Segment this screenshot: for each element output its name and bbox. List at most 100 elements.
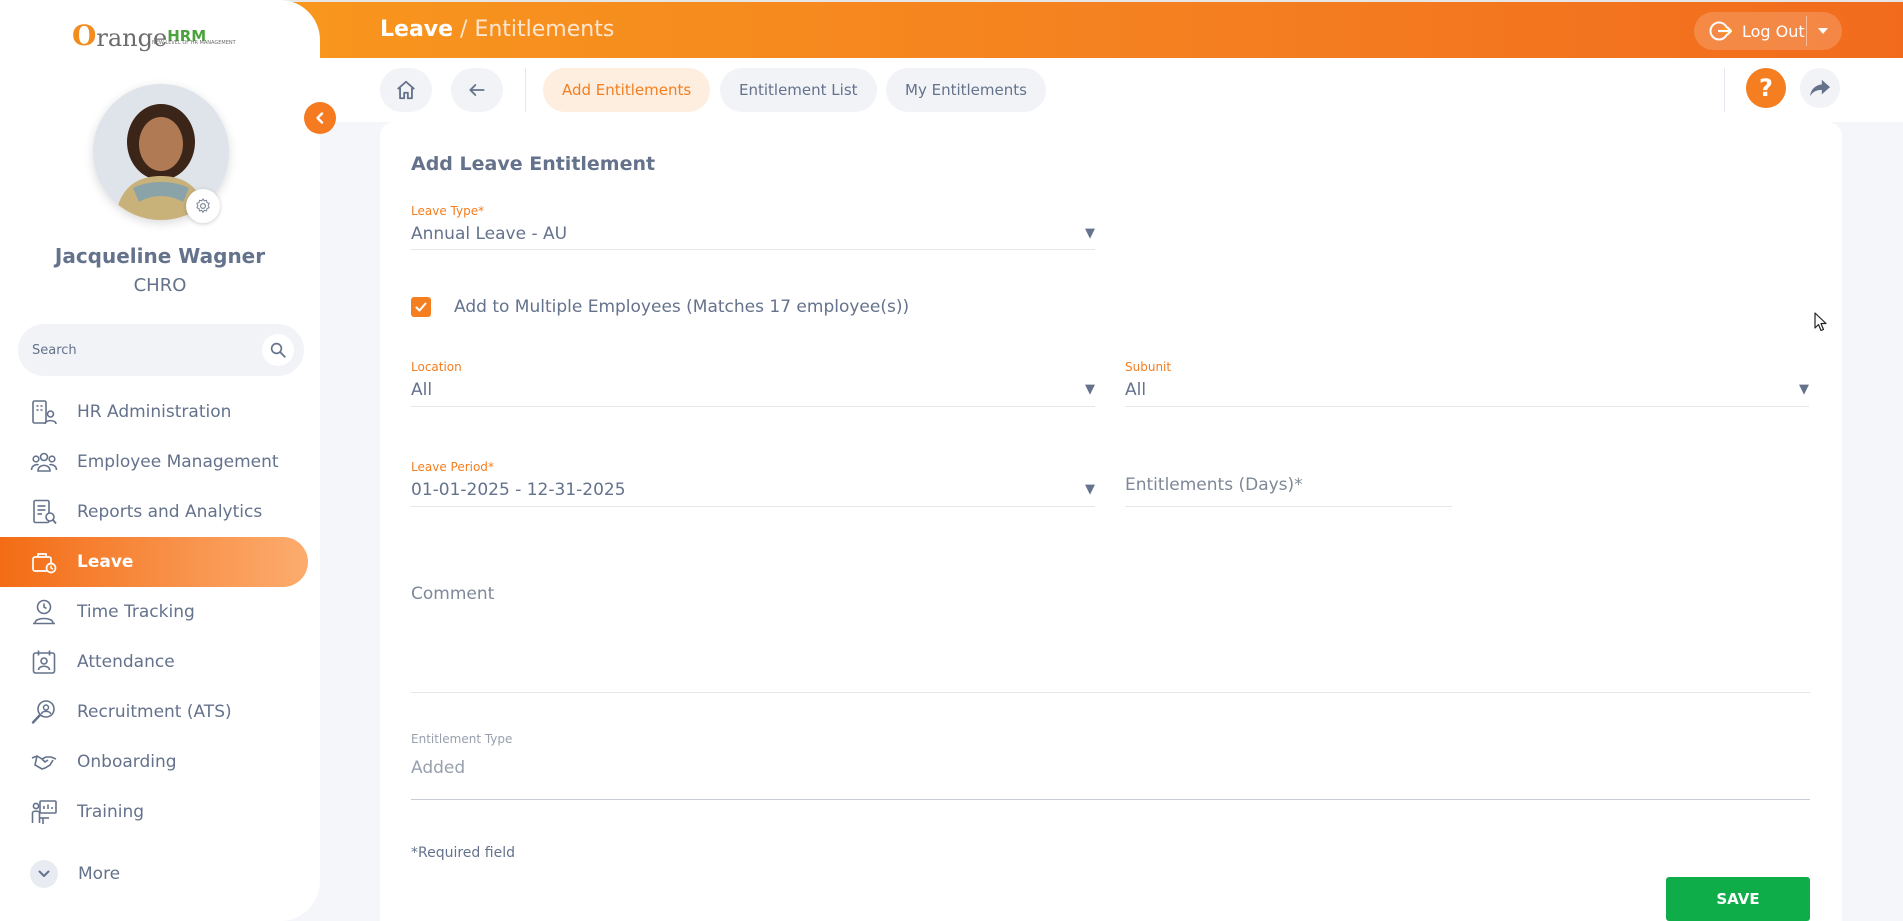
page-title: Add Leave Entitlement [411, 153, 656, 175]
location-select[interactable]: Location All ▼ [411, 356, 1095, 407]
subunit-value: All [1125, 380, 1147, 400]
arrow-left-icon [469, 84, 485, 96]
multiple-employees-checkbox[interactable] [411, 297, 431, 317]
training-icon [30, 798, 58, 826]
chevron-down-icon [30, 860, 58, 888]
sidebar-collapse-button[interactable] [304, 102, 336, 134]
field-underline [1125, 506, 1452, 507]
breadcrumb-module: Leave [380, 17, 454, 42]
tab-label: Add Entitlements [562, 81, 692, 99]
entitlement-type-label: Entitlement Type [411, 732, 513, 746]
sidebar-item-label: Onboarding [77, 752, 177, 772]
sidebar-item-label: Employee Management [77, 452, 279, 472]
recruitment-icon [30, 698, 58, 726]
breadcrumb-page: Entitlements [474, 17, 615, 42]
breadcrumb: Leave / Entitlements [380, 17, 614, 42]
search-button[interactable] [262, 334, 294, 366]
comment-label: Comment [411, 584, 495, 604]
leave-period-label: Leave Period* [411, 460, 494, 474]
toolbar-divider [525, 68, 526, 112]
location-value: All [411, 380, 433, 400]
sidebar-item-label: Time Tracking [77, 602, 195, 622]
leave-period-select[interactable]: Leave Period* 01-01-2025 - 12-31-2025 ▼ [411, 456, 1095, 507]
page-toolbar: Add Entitlements Entitlement List My Ent… [320, 58, 1903, 122]
save-button[interactable]: SAVE [1666, 877, 1810, 921]
sidebar-item-attendance[interactable]: Attendance [0, 637, 320, 687]
breadcrumb-separator: / [453, 17, 475, 42]
sidebar-item-leave[interactable]: Leave [0, 537, 308, 587]
sidebar-item-label: Reports and Analytics [77, 502, 263, 522]
tab-label: My Entitlements [905, 81, 1027, 99]
reports-icon [30, 498, 58, 526]
help-icon: ? [1759, 74, 1773, 102]
orangehrm-logo[interactable]: O range HRM NEW LEVEL OF HR MANAGEMENT [72, 12, 236, 52]
share-icon [1810, 79, 1830, 97]
user-name: Jacqueline Wagner [54, 244, 266, 268]
search-input[interactable] [32, 339, 252, 361]
sidebar-more[interactable]: More [30, 860, 120, 888]
search-icon [270, 342, 286, 358]
logout-icon [1706, 20, 1736, 42]
sidebar-item-time-tracking[interactable]: Time Tracking [0, 587, 320, 637]
caret-down-icon: ▼ [1085, 482, 1095, 497]
sidebar-item-label: Training [77, 802, 145, 822]
leave-icon [30, 548, 58, 576]
sidebar: O range HRM NEW LEVEL OF HR MANAGEMENT J… [0, 0, 320, 921]
tab-my-entitlements[interactable]: My Entitlements [886, 68, 1046, 112]
logout-button[interactable]: Log Out [1742, 22, 1805, 41]
more-label: More [78, 864, 121, 884]
entitlements-days-label: Entitlements (Days)* [1125, 475, 1303, 495]
home-icon [397, 80, 415, 100]
leave-type-value: Annual Leave - AU [411, 224, 568, 244]
multiple-employees-label: Add to Multiple Employees (Matches 17 em… [454, 297, 910, 317]
logout-divider [1806, 16, 1807, 46]
sidebar-item-label: HR Administration [77, 402, 232, 422]
subunit-select[interactable]: Subunit All ▼ [1125, 356, 1809, 407]
chevron-left-icon [316, 112, 324, 124]
logout-control: Log Out [1694, 12, 1842, 50]
leave-type-select[interactable]: Leave Type* Annual Leave - AU ▼ [411, 200, 1095, 250]
sidebar-item-recruitment[interactable]: Recruitment (ATS) [0, 687, 320, 737]
check-icon [415, 302, 427, 312]
caret-down-icon: ▼ [1085, 226, 1095, 241]
field-underline [1125, 406, 1809, 407]
back-button[interactable] [451, 68, 503, 112]
leave-type-label: Leave Type* [411, 204, 485, 218]
logo-tagline: NEW LEVEL OF HR MANAGEMENT [152, 40, 236, 46]
logo-letter: O [72, 19, 97, 52]
sidebar-item-label: Recruitment (ATS) [77, 702, 232, 722]
sidebar-nav: HR Administration Employee Management Re… [0, 387, 320, 837]
entitlements-days-input[interactable]: Entitlements (Days)* [1125, 468, 1452, 507]
comment-textarea[interactable]: Comment [411, 584, 1810, 693]
gear-icon [196, 198, 210, 213]
tab-add-entitlements[interactable]: Add Entitlements [543, 68, 711, 112]
help-button[interactable]: ? [1746, 68, 1786, 108]
tab-entitlement-list[interactable]: Entitlement List [720, 68, 877, 112]
mouse-cursor-icon [1814, 312, 1827, 332]
sidebar-item-training[interactable]: Training [0, 787, 320, 837]
subunit-label: Subunit [1125, 360, 1172, 374]
sidebar-item-reports-and-analytics[interactable]: Reports and Analytics [0, 487, 320, 537]
top-header: Leave / Entitlements Log Out [260, 0, 1903, 58]
share-button[interactable] [1800, 68, 1840, 108]
attendance-icon [30, 648, 58, 676]
profile-settings-button[interactable] [186, 189, 220, 223]
home-button[interactable] [380, 68, 432, 112]
time-tracking-icon [30, 598, 58, 626]
sidebar-item-hr-administration[interactable]: HR Administration [0, 387, 320, 437]
logout-dropdown-button[interactable] [1812, 21, 1834, 41]
caret-down-icon [1818, 28, 1828, 34]
field-underline [411, 249, 1095, 250]
add-entitlement-card: Add Leave Entitlement Leave Type* Annual… [380, 122, 1842, 921]
hr-admin-icon [30, 398, 58, 426]
sidebar-search [18, 324, 304, 376]
sidebar-item-onboarding[interactable]: Onboarding [0, 737, 320, 787]
sidebar-item-employee-management[interactable]: Employee Management [0, 437, 320, 487]
tab-label: Entitlement List [739, 81, 858, 99]
user-role: CHRO [133, 275, 187, 296]
field-underline [411, 406, 1095, 407]
caret-down-icon: ▼ [1799, 382, 1809, 397]
sidebar-item-label: Attendance [77, 652, 175, 672]
caret-down-icon: ▼ [1085, 382, 1095, 397]
field-underline [411, 799, 1810, 800]
